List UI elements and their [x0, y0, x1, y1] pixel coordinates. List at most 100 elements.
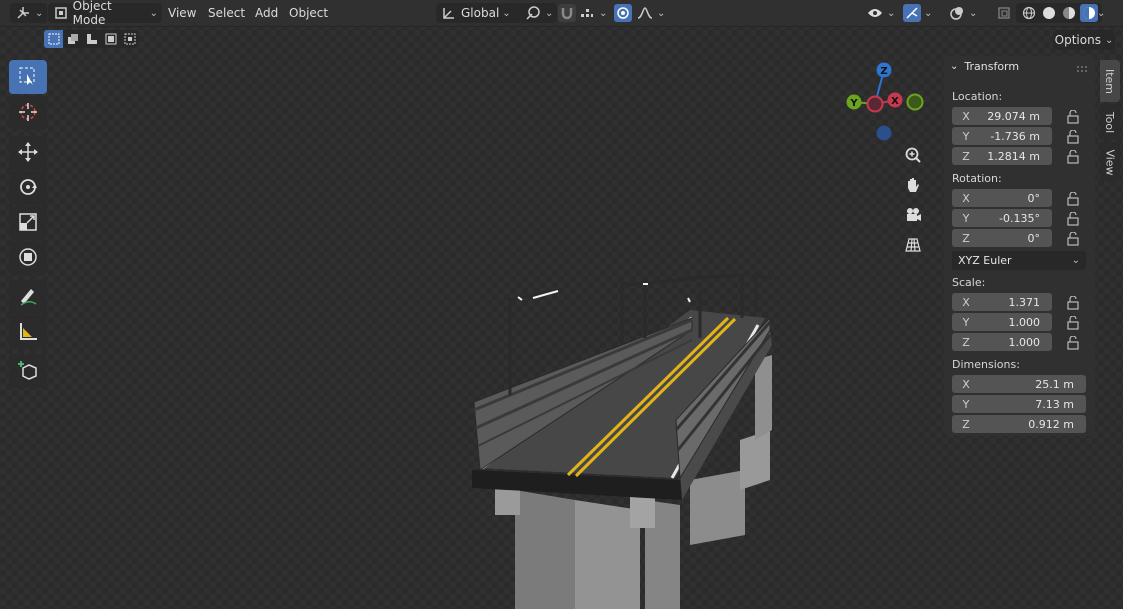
select-new-icon[interactable] [44, 30, 63, 48]
rotation-z-field[interactable]: Z 0° [952, 229, 1052, 247]
gizmo-toggle[interactable]: ⌄ [903, 3, 932, 23]
select-extend-icon[interactable] [63, 30, 82, 48]
lock-icon[interactable] [1066, 295, 1080, 310]
chevron-down-icon: ⌄ [1071, 255, 1080, 266]
snap-target-dropdown[interactable]: ⌄ [578, 3, 607, 23]
tab-tool[interactable]: Tool [1100, 104, 1120, 140]
editor-type-dropdown[interactable]: ⌄ [10, 3, 48, 23]
orientation-dropdown[interactable]: Global ⌄ [436, 3, 522, 23]
dimensions-x-field[interactable]: X 25.1 m [952, 375, 1086, 393]
proportional-edit-toggle[interactable] [614, 3, 632, 23]
tab-view[interactable]: View [1100, 142, 1120, 182]
axis-label: Y [962, 211, 970, 225]
transform-tool[interactable] [9, 241, 47, 275]
location-y-field[interactable]: Y -1.736 m [952, 127, 1052, 145]
zoom-button[interactable] [900, 144, 926, 168]
viewport-header: ⌄ Object Mode ⌄ View Select Add Object G… [0, 0, 1123, 27]
field-value: 7.13 m [1035, 397, 1074, 411]
dimensions-label: Dimensions: [952, 358, 1020, 371]
visibility-dropdown[interactable]: ⌄ [866, 3, 895, 23]
location-z-field[interactable]: Z 1.2814 m [952, 147, 1052, 165]
chevron-down-icon: ⌄ [969, 7, 978, 19]
select-intersect-icon[interactable] [120, 30, 139, 48]
chevron-down-icon: ⌄ [1104, 34, 1114, 46]
rotate-tool[interactable] [9, 171, 47, 205]
snap-grid-icon [578, 4, 596, 22]
cursor-tool[interactable] [9, 96, 47, 130]
field-value: -0.135° [999, 211, 1040, 225]
axis-label: X [962, 377, 970, 391]
lock-icon[interactable] [1066, 315, 1080, 330]
rendered-shading-icon[interactable] [1080, 4, 1098, 22]
rotation-x-field[interactable]: X 0° [952, 189, 1052, 207]
xray-toggle[interactable] [995, 3, 1013, 23]
chevron-down-icon: ⌄ [657, 7, 666, 19]
drag-handle-icon[interactable] [1076, 62, 1088, 76]
scale-y-field[interactable]: Y 1.000 [952, 313, 1052, 331]
mode-label: Object Mode [72, 0, 112, 27]
perspective-toggle-button[interactable] [900, 234, 926, 258]
axis-label: Z [962, 231, 970, 245]
scale-tool[interactable] [9, 206, 47, 240]
pivot-dropdown[interactable]: ⌄ [520, 3, 558, 23]
shading-options-dropdown[interactable]: ⌄ [1097, 3, 1105, 23]
axis-label: X [962, 191, 970, 205]
pan-button[interactable] [900, 174, 926, 198]
mode-dropdown[interactable]: Object Mode ⌄ [48, 0, 162, 27]
move-arrows-icon [17, 141, 39, 166]
lock-icon[interactable] [1066, 211, 1080, 226]
scale-z-field[interactable]: Z 1.000 [952, 333, 1052, 351]
rotation-mode-dropdown[interactable]: XYZ Euler ⌄ [952, 251, 1086, 270]
dimensions-z-field[interactable]: Z 0.912 m [952, 415, 1086, 433]
chevron-down-icon: ⌄ [924, 7, 933, 19]
add-cube-tool[interactable] [9, 354, 47, 388]
xray-icon [995, 4, 1013, 22]
lock-icon[interactable] [1066, 149, 1080, 164]
transform-panel-header[interactable]: ⌄ Transform [950, 60, 1019, 73]
snap-toggle[interactable] [558, 3, 576, 23]
lock-icon[interactable] [1066, 191, 1080, 206]
annotate-tool[interactable] [9, 280, 47, 314]
scale-x-field[interactable]: X 1.371 [952, 293, 1052, 311]
overlays-toggle[interactable]: ⌄ [948, 3, 977, 23]
lock-icon[interactable] [1066, 335, 1080, 350]
axis-editor-icon [14, 4, 32, 22]
rotation-y-field[interactable]: Y -0.135° [952, 209, 1052, 227]
select-subtract-icon[interactable] [82, 30, 101, 48]
menu-object[interactable]: Object [287, 3, 330, 23]
axis-label: Z [962, 335, 970, 349]
gizmo-icon [903, 4, 921, 22]
annotate-pencil-icon [17, 285, 39, 310]
field-value: -1.736 m [990, 129, 1040, 143]
select-invert-icon[interactable] [101, 30, 120, 48]
lock-icon[interactable] [1066, 129, 1080, 144]
chevron-down-icon: ⌄ [35, 7, 44, 19]
material-shading-icon[interactable] [1060, 4, 1078, 22]
proportional-edit-icon [614, 4, 632, 22]
lock-icon[interactable] [1066, 109, 1080, 124]
location-x-field[interactable]: X 29.074 m [952, 107, 1052, 125]
wireframe-shading-icon[interactable] [1020, 4, 1038, 22]
menu-add[interactable]: Add [253, 3, 280, 23]
lock-icon[interactable] [1066, 231, 1080, 246]
gizmo-x-label: X [891, 96, 899, 107]
select-box-tool[interactable] [9, 60, 47, 94]
tab-item[interactable]: Item [1100, 60, 1120, 102]
camera-view-button[interactable] [900, 204, 926, 228]
solid-shading-icon[interactable] [1040, 4, 1058, 22]
rotate-icon [17, 176, 39, 201]
move-tool[interactable] [9, 136, 47, 170]
select-box-icon [18, 66, 38, 89]
options-dropdown[interactable]: Options ⌄ [1053, 30, 1115, 50]
zoom-magnifier-icon [904, 146, 922, 167]
falloff-dropdown[interactable]: ⌄ [636, 3, 665, 23]
axis-label: Y [962, 397, 970, 411]
menu-select[interactable]: Select [206, 3, 247, 23]
falloff-curve-icon [636, 4, 654, 22]
dimensions-y-field[interactable]: Y 7.13 m [952, 395, 1086, 413]
measure-tool[interactable] [9, 315, 47, 349]
menu-view[interactable]: View [166, 3, 198, 23]
scale-icon [17, 211, 39, 236]
navigation-gizmo[interactable]: Z X Y [842, 60, 928, 146]
field-value: 25.1 m [1035, 377, 1074, 391]
